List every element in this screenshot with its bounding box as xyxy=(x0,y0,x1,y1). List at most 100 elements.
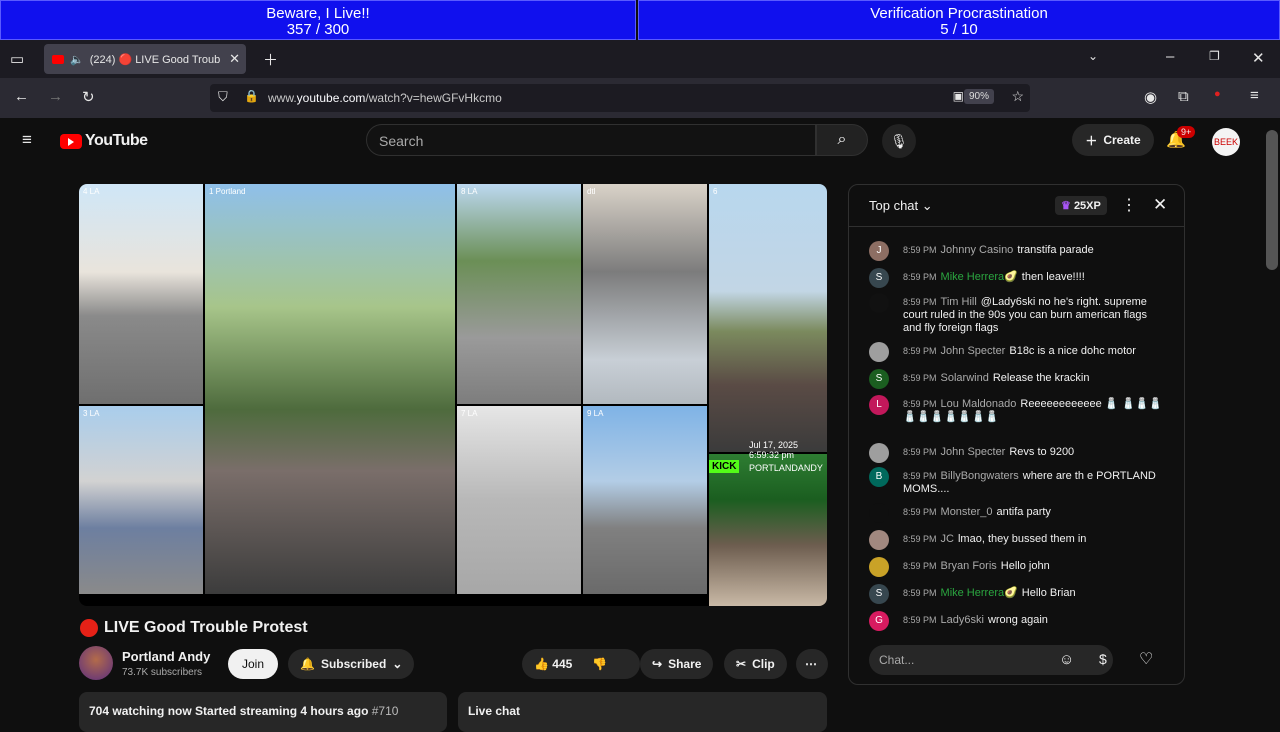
heart-icon[interactable]: ♡ xyxy=(1139,649,1153,669)
minimize-icon[interactable]: – xyxy=(1166,48,1174,65)
chat-avatar[interactable] xyxy=(869,342,889,362)
like-dislike-group: 👍 445 👎 xyxy=(522,649,640,679)
page-scrollbar[interactable] xyxy=(1266,130,1278,270)
chat-author[interactable]: Johnny Casino xyxy=(941,244,1014,256)
chat-avatar[interactable] xyxy=(869,530,889,550)
chat-author[interactable]: Bryan Foris xyxy=(941,560,997,572)
extensions-icon[interactable]: ⧉ xyxy=(1178,88,1189,105)
chat-author[interactable]: Lady6ski xyxy=(941,614,984,626)
extension-record-icon[interactable]: ● xyxy=(1214,88,1221,100)
chat-avatar[interactable]: S xyxy=(869,584,889,604)
chat-author[interactable]: JC xyxy=(941,533,954,545)
video-player[interactable]: 4 LA 1 Portland 8 LA dtl 6 3 LA 7 LA 9 L… xyxy=(79,184,827,606)
chevron-down-icon[interactable]: ⌄ xyxy=(1088,49,1098,63)
chat-avatar[interactable]: L xyxy=(869,395,889,415)
clip-button[interactable]: ✂ Clip xyxy=(724,649,787,679)
goal-left-count: 357 / 300 xyxy=(286,21,350,38)
xp-badge[interactable]: ♛ 25XP xyxy=(1055,196,1107,215)
lock-icon[interactable]: 🔒 xyxy=(244,89,259,103)
live-chat-panel-header[interactable]: Live chat xyxy=(458,692,827,732)
user-avatar[interactable]: BEEK xyxy=(1212,128,1240,156)
tab-list-icon[interactable]: ▭ xyxy=(10,50,24,68)
chat-author[interactable]: BillyBongwaters xyxy=(941,470,1019,482)
search-input[interactable]: Search xyxy=(366,124,816,156)
emoji-icon[interactable]: ☺ xyxy=(1059,651,1074,668)
watching-info: 704 watching now Started streaming 4 hou… xyxy=(89,704,369,718)
channel-name[interactable]: Portland Andy xyxy=(122,649,210,664)
more-vertical-icon[interactable]: ⋮ xyxy=(1121,195,1137,215)
shield-icon[interactable]: ⛉ xyxy=(218,89,228,105)
video-title: LIVE Good Trouble Protest xyxy=(80,619,308,637)
youtube-wordmark: YouTube xyxy=(85,132,148,149)
chat-avatar[interactable] xyxy=(869,443,889,463)
like-count: 445 xyxy=(552,657,573,671)
hashtag-link[interactable]: #710 xyxy=(372,704,399,718)
chat-avatar[interactable] xyxy=(869,293,889,313)
share-button[interactable]: ↪ Share xyxy=(640,649,714,679)
new-tab-icon[interactable]: ＋ xyxy=(263,49,278,70)
chat-author[interactable]: Lou Maldonado xyxy=(941,398,1017,410)
chat-avatar[interactable]: B xyxy=(869,467,889,487)
chat-text: wrong again xyxy=(987,614,1048,626)
chat-author[interactable]: Solarwind xyxy=(941,372,989,384)
forward-icon[interactable]: → xyxy=(48,88,63,105)
browser-tab[interactable]: 🔈 (224) 🔴 LIVE Good Trouble Protest ✕ xyxy=(44,44,246,74)
super-chat-icon[interactable]: $ xyxy=(1099,651,1107,667)
live-chat: Top chat ⌄ ♛ 25XP ⋮ ✕ J 8:59 PM Johnny Cas… xyxy=(848,184,1185,685)
join-button[interactable]: Join xyxy=(228,649,278,679)
chat-avatar[interactable]: S xyxy=(869,369,889,389)
restore-icon[interactable]: ❐ xyxy=(1209,49,1220,63)
chat-time: 8:59 PM xyxy=(903,346,937,356)
reload-icon[interactable]: ↻ xyxy=(82,88,95,106)
video-cell: 9 LA xyxy=(583,406,707,594)
dislike-button[interactable]: 👎 xyxy=(592,657,607,671)
video-cell: 8 LA xyxy=(457,184,581,404)
chat-time: 8:59 PM xyxy=(903,507,937,517)
crown-icon: ♛ xyxy=(1061,200,1071,212)
chat-author[interactable]: Mike Herrera🥑 xyxy=(941,587,1018,599)
timestamp-date: Jul 17, 2025 xyxy=(749,440,799,450)
chat-message-body: 8:59 PM John Specter Revs to 9200 xyxy=(903,446,1163,459)
chat-mode-label: Top chat xyxy=(869,198,919,213)
account-icon[interactable]: ◉ xyxy=(1144,88,1157,106)
close-chat-icon[interactable]: ✕ xyxy=(1153,195,1167,215)
back-icon[interactable]: ← xyxy=(14,88,29,105)
picture-icon[interactable]: ▣ xyxy=(953,89,964,103)
chat-author[interactable]: Monster_0 xyxy=(941,506,993,518)
like-button[interactable]: 👍 445 xyxy=(534,657,572,671)
chat-avatar[interactable]: G xyxy=(869,611,889,631)
voice-search-button[interactable]: 🎙 xyxy=(882,124,916,158)
speaker-icon[interactable]: 🔈 xyxy=(70,53,84,66)
window-close-icon[interactable]: ✕ xyxy=(1252,49,1265,67)
description-box[interactable]: 704 watching now Started streaming 4 hou… xyxy=(79,692,447,732)
chat-avatar[interactable]: S xyxy=(869,268,889,288)
chat-avatar[interactable]: J xyxy=(869,241,889,261)
video-cell: 4 LA xyxy=(79,184,203,404)
cell-tag: dtl xyxy=(587,187,596,196)
top-chat-dropdown[interactable]: Top chat ⌄ xyxy=(869,198,933,214)
kick-logo: KICK xyxy=(709,460,740,473)
zoom-level[interactable]: 90% xyxy=(963,89,994,104)
more-actions-button[interactable]: ⋯ xyxy=(796,649,828,679)
plus-icon: ＋ xyxy=(1085,133,1098,148)
chat-author[interactable]: John Specter xyxy=(941,446,1006,458)
subscribed-button[interactable]: 🔔 Subscribed ⌄ xyxy=(288,649,415,679)
menu-icon[interactable]: ≡ xyxy=(1250,87,1259,104)
youtube-logo[interactable]: YouTube xyxy=(60,132,148,150)
chat-avatar[interactable] xyxy=(869,557,889,577)
chat-author[interactable]: Tim Hill xyxy=(941,296,977,308)
chat-author[interactable]: John Specter xyxy=(941,345,1006,357)
close-tab-icon[interactable]: ✕ xyxy=(229,51,240,67)
hamburger-menu-icon[interactable]: ≡ xyxy=(22,130,32,150)
chat-input[interactable]: Chat... xyxy=(869,645,1113,675)
bookmark-star-icon[interactable]: ☆ xyxy=(1011,88,1024,105)
channel-avatar[interactable] xyxy=(79,646,113,680)
address-bar[interactable]: ⛉ 🔒 www.youtube.com/watch?v=hewGFvHkcmo … xyxy=(210,84,1030,112)
chat-message-body: 8:59 PM Tim Hill @Lady6ski no he's right. … xyxy=(903,296,1163,335)
search-button[interactable]: ⌕ xyxy=(816,124,868,156)
chat-time: 8:59 PM xyxy=(903,373,937,383)
subscribed-label: Subscribed xyxy=(320,657,387,671)
chat-avatar[interactable] xyxy=(869,503,889,523)
chat-author[interactable]: Mike Herrera🥑 xyxy=(941,271,1018,283)
create-button[interactable]: ＋ Create xyxy=(1072,124,1154,156)
